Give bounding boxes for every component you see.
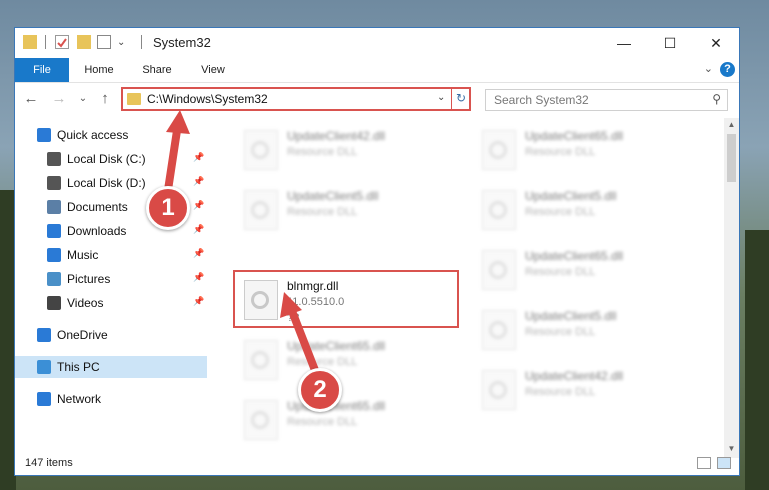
- arrow-one-head: [166, 110, 190, 134]
- arrow-two-shaft: [286, 302, 322, 382]
- arrow-one-shaft: [164, 120, 182, 194]
- annotation-arrows: [164, 110, 322, 382]
- callout-two: 2: [298, 368, 342, 412]
- callout-one: 1: [146, 186, 190, 230]
